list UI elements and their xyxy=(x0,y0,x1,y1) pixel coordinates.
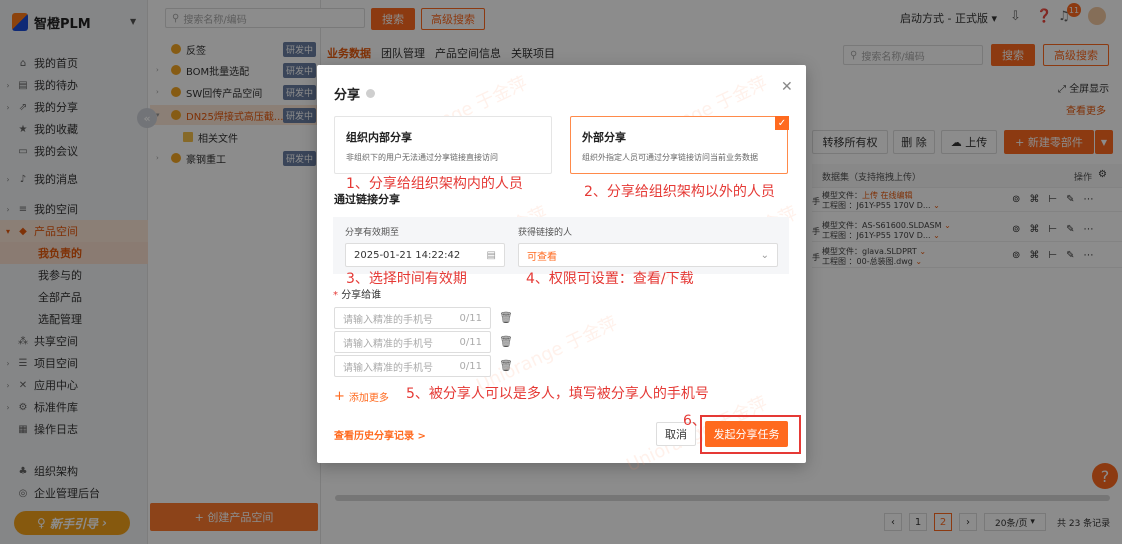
internal-share-card[interactable]: 组织内部分享 非组织下的用户无法通过分享链接直接访问 xyxy=(334,116,552,174)
modal-title: 分享 xyxy=(334,84,376,103)
close-icon[interactable]: ✕ xyxy=(781,79,793,95)
add-more-button[interactable]: + 添加更多 xyxy=(334,389,389,404)
calendar-icon: ▤ xyxy=(486,249,496,261)
annotation-4: 4、权限可设置：查看/下载 xyxy=(526,271,694,287)
phone-input[interactable]: 请输入精准的手机号 0/11 xyxy=(334,355,491,377)
annotation-3: 3、选择时间有效期 xyxy=(346,271,467,287)
phone-input[interactable]: 请输入精准的手机号 0/11 xyxy=(334,307,491,329)
permission-label: 获得链接的人 xyxy=(518,228,573,238)
trash-icon[interactable]: 🗑 xyxy=(499,359,513,372)
trash-icon[interactable]: 🗑 xyxy=(499,335,513,348)
highlight-box xyxy=(700,415,801,454)
link-share-section-title: 通过链接分享 xyxy=(334,193,400,206)
annotation-2: 2、分享给组织架构以外的人员 xyxy=(584,184,775,200)
permission-select[interactable]: 可查看 ⌄ xyxy=(518,243,778,267)
plus-icon: + xyxy=(334,389,345,404)
share-history-link[interactable]: 查看历史分享记录 > xyxy=(334,427,426,442)
expiry-label: 分享有效期至 xyxy=(345,228,400,238)
expiry-date-input[interactable]: 2025-01-21 14:22:42 ▤ xyxy=(345,243,505,267)
info-icon[interactable] xyxy=(366,89,376,98)
chevron-down-icon: ⌄ xyxy=(760,249,769,261)
check-icon: ✓ xyxy=(775,116,789,130)
annotation-5: 5、被分享人可以是多人，填写被分享人的手机号 xyxy=(406,386,709,402)
annotation-1: 1、分享给组织架构内的人员 xyxy=(346,176,523,192)
phone-input[interactable]: 请输入精准的手机号 0/11 xyxy=(334,331,491,353)
trash-icon[interactable]: 🗑 xyxy=(499,311,513,324)
external-share-card[interactable]: 外部分享 组织外指定人员可通过分享链接访问当前业务数据 xyxy=(570,116,788,174)
share-to-label: * 分享给谁 xyxy=(333,290,382,301)
